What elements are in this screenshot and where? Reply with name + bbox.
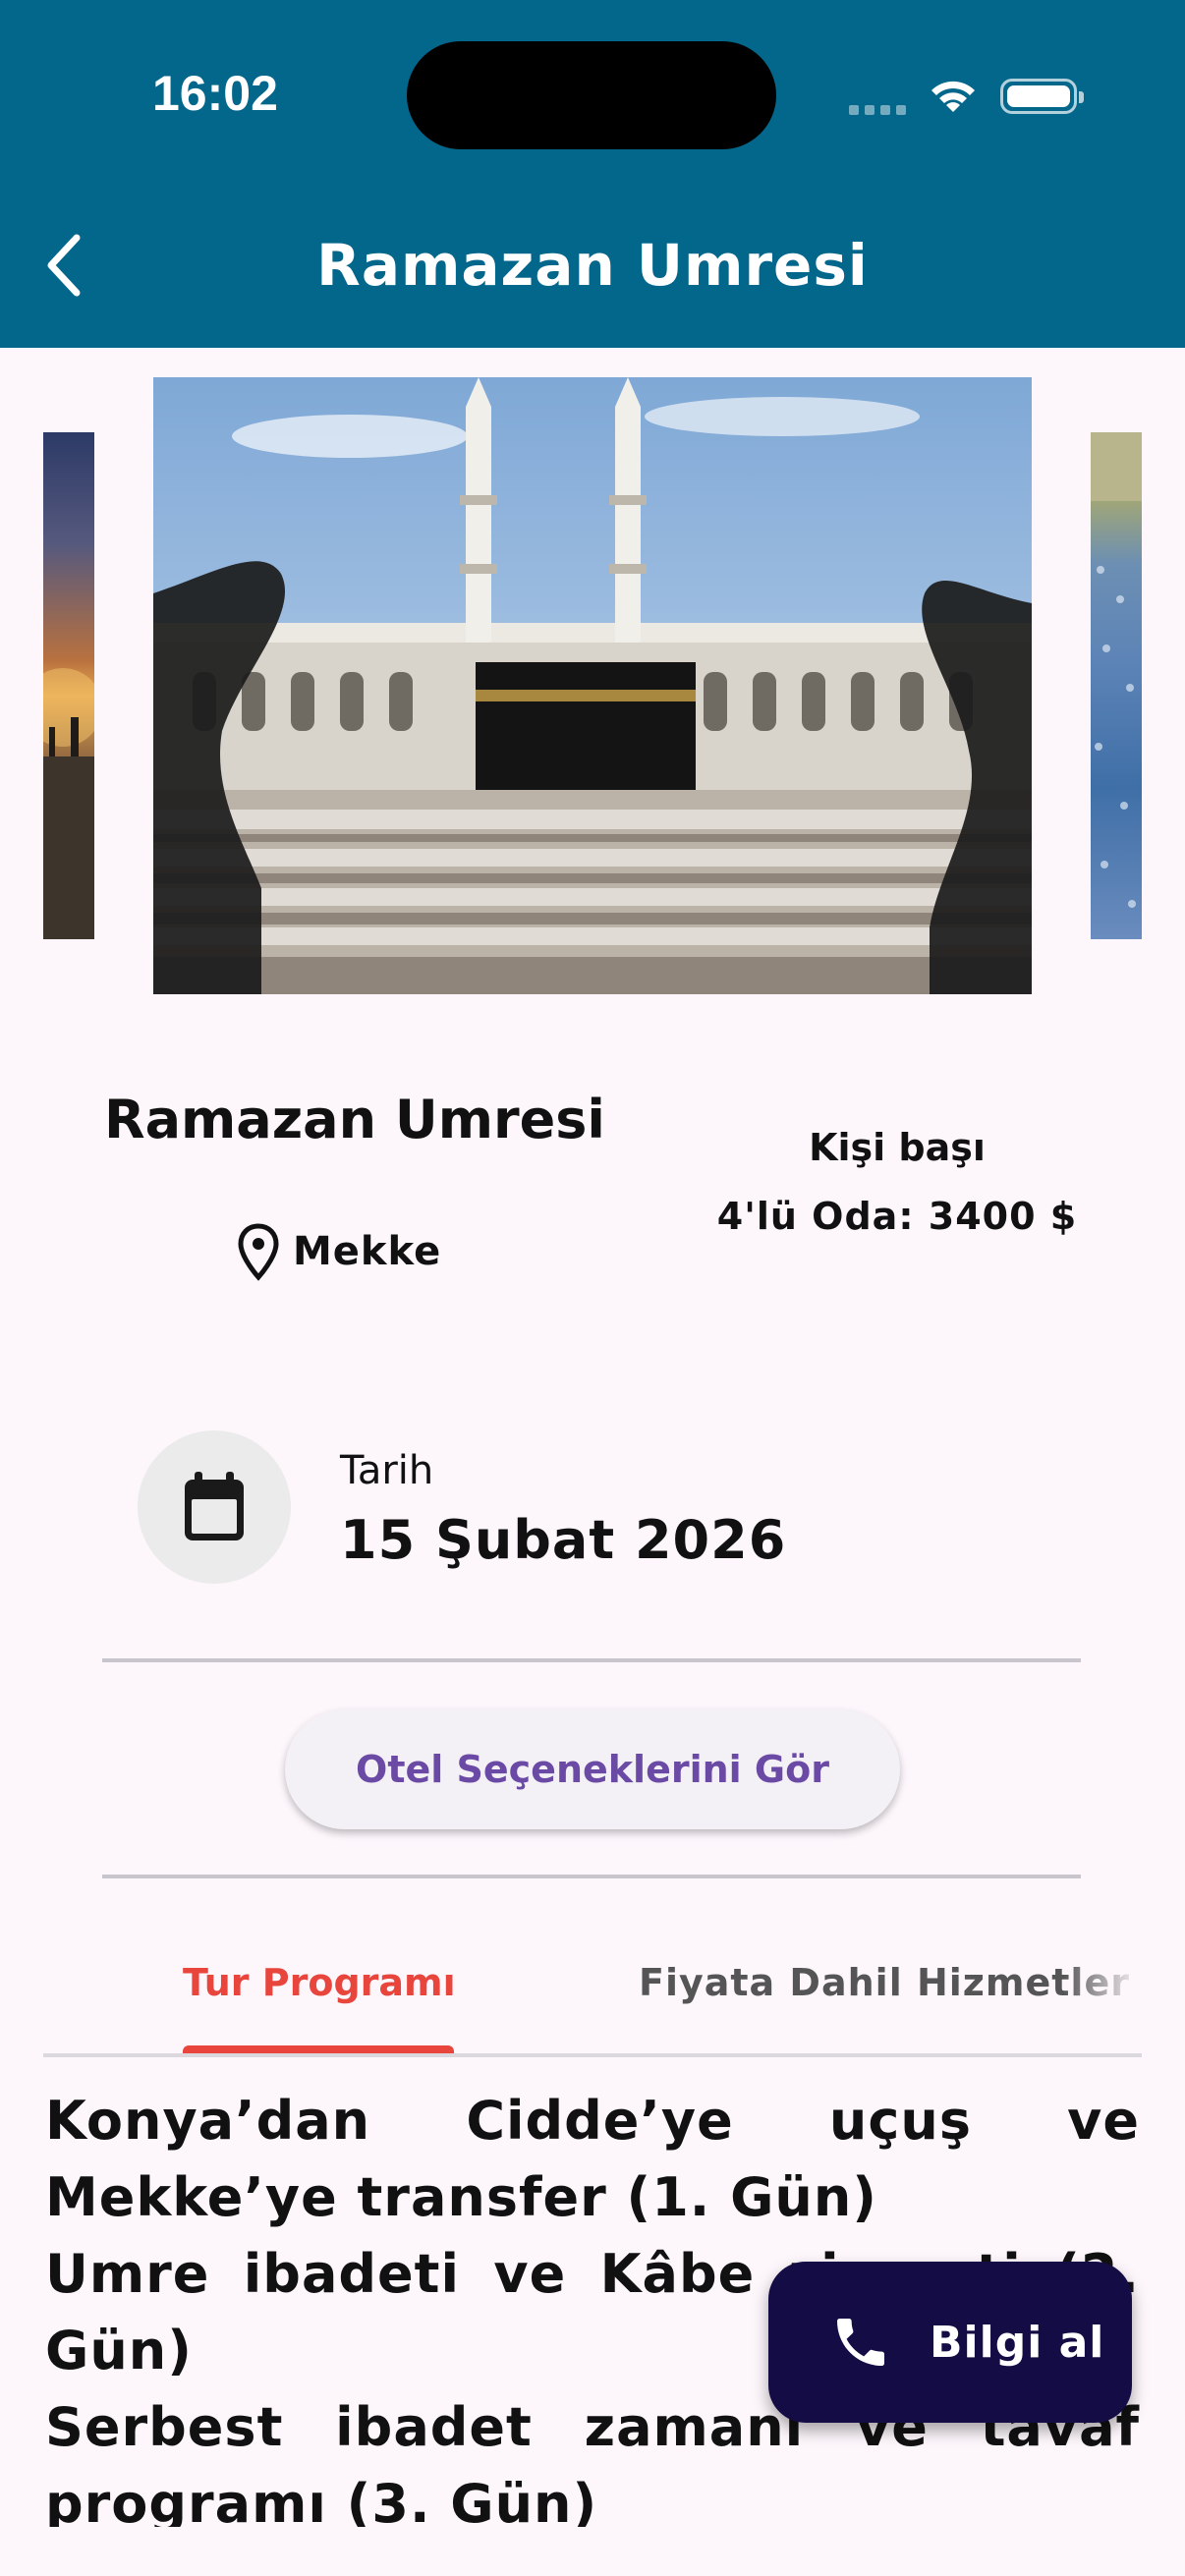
dynamic-island — [407, 41, 776, 149]
date-label: Tarih — [340, 1448, 434, 1493]
wifi-icon — [931, 81, 975, 112]
status-time: 16:02 — [152, 66, 278, 121]
divider — [102, 1658, 1081, 1662]
tab-bar: Tur Programı Fiyata Dahil Hizmetler — [43, 1926, 1142, 2057]
location-pin-icon — [238, 1223, 279, 1281]
app-bar: 16:02 Ramazan Umresi — [0, 0, 1185, 348]
tour-name: Ramazan Umresi — [104, 1089, 605, 1150]
carousel-image-next[interactable] — [1091, 432, 1142, 939]
price-label: Kişi başı — [809, 1126, 986, 1169]
hotel-options-button[interactable]: Otel Seçeneklerini Gör — [285, 1709, 900, 1829]
carousel-image-previous[interactable] — [43, 432, 94, 939]
get-info-label: Bilgi al — [930, 2317, 1105, 2368]
price-value: 4'lü Oda: 3400 $ — [716, 1195, 1078, 1238]
calendar-badge — [138, 1430, 291, 1584]
tab-bar-divider — [43, 2053, 1142, 2057]
calendar-icon — [185, 1472, 244, 1540]
get-info-button[interactable]: Bilgi al — [768, 2262, 1132, 2423]
program-item: Konya’dan Cidde’ye uçuş ve Mekke’ye tran… — [45, 2090, 1140, 2228]
location-row: Mekke — [236, 1222, 441, 1281]
battery-icon — [1000, 79, 1084, 114]
divider — [102, 1875, 1081, 1878]
tab-tour-program[interactable]: Tur Programı — [183, 1961, 456, 2004]
date-value: 15 Şubat 2026 — [340, 1509, 787, 1571]
location-text: Mekke — [293, 1229, 442, 1274]
cellular-signal-icon — [849, 100, 912, 115]
carousel-image-kaaba[interactable] — [153, 377, 1032, 994]
phone-icon — [837, 2319, 884, 2366]
tab-included-services[interactable]: Fiyata Dahil Hizmetler — [639, 1961, 1142, 2004]
page-title: Ramazan Umresi — [316, 232, 869, 299]
